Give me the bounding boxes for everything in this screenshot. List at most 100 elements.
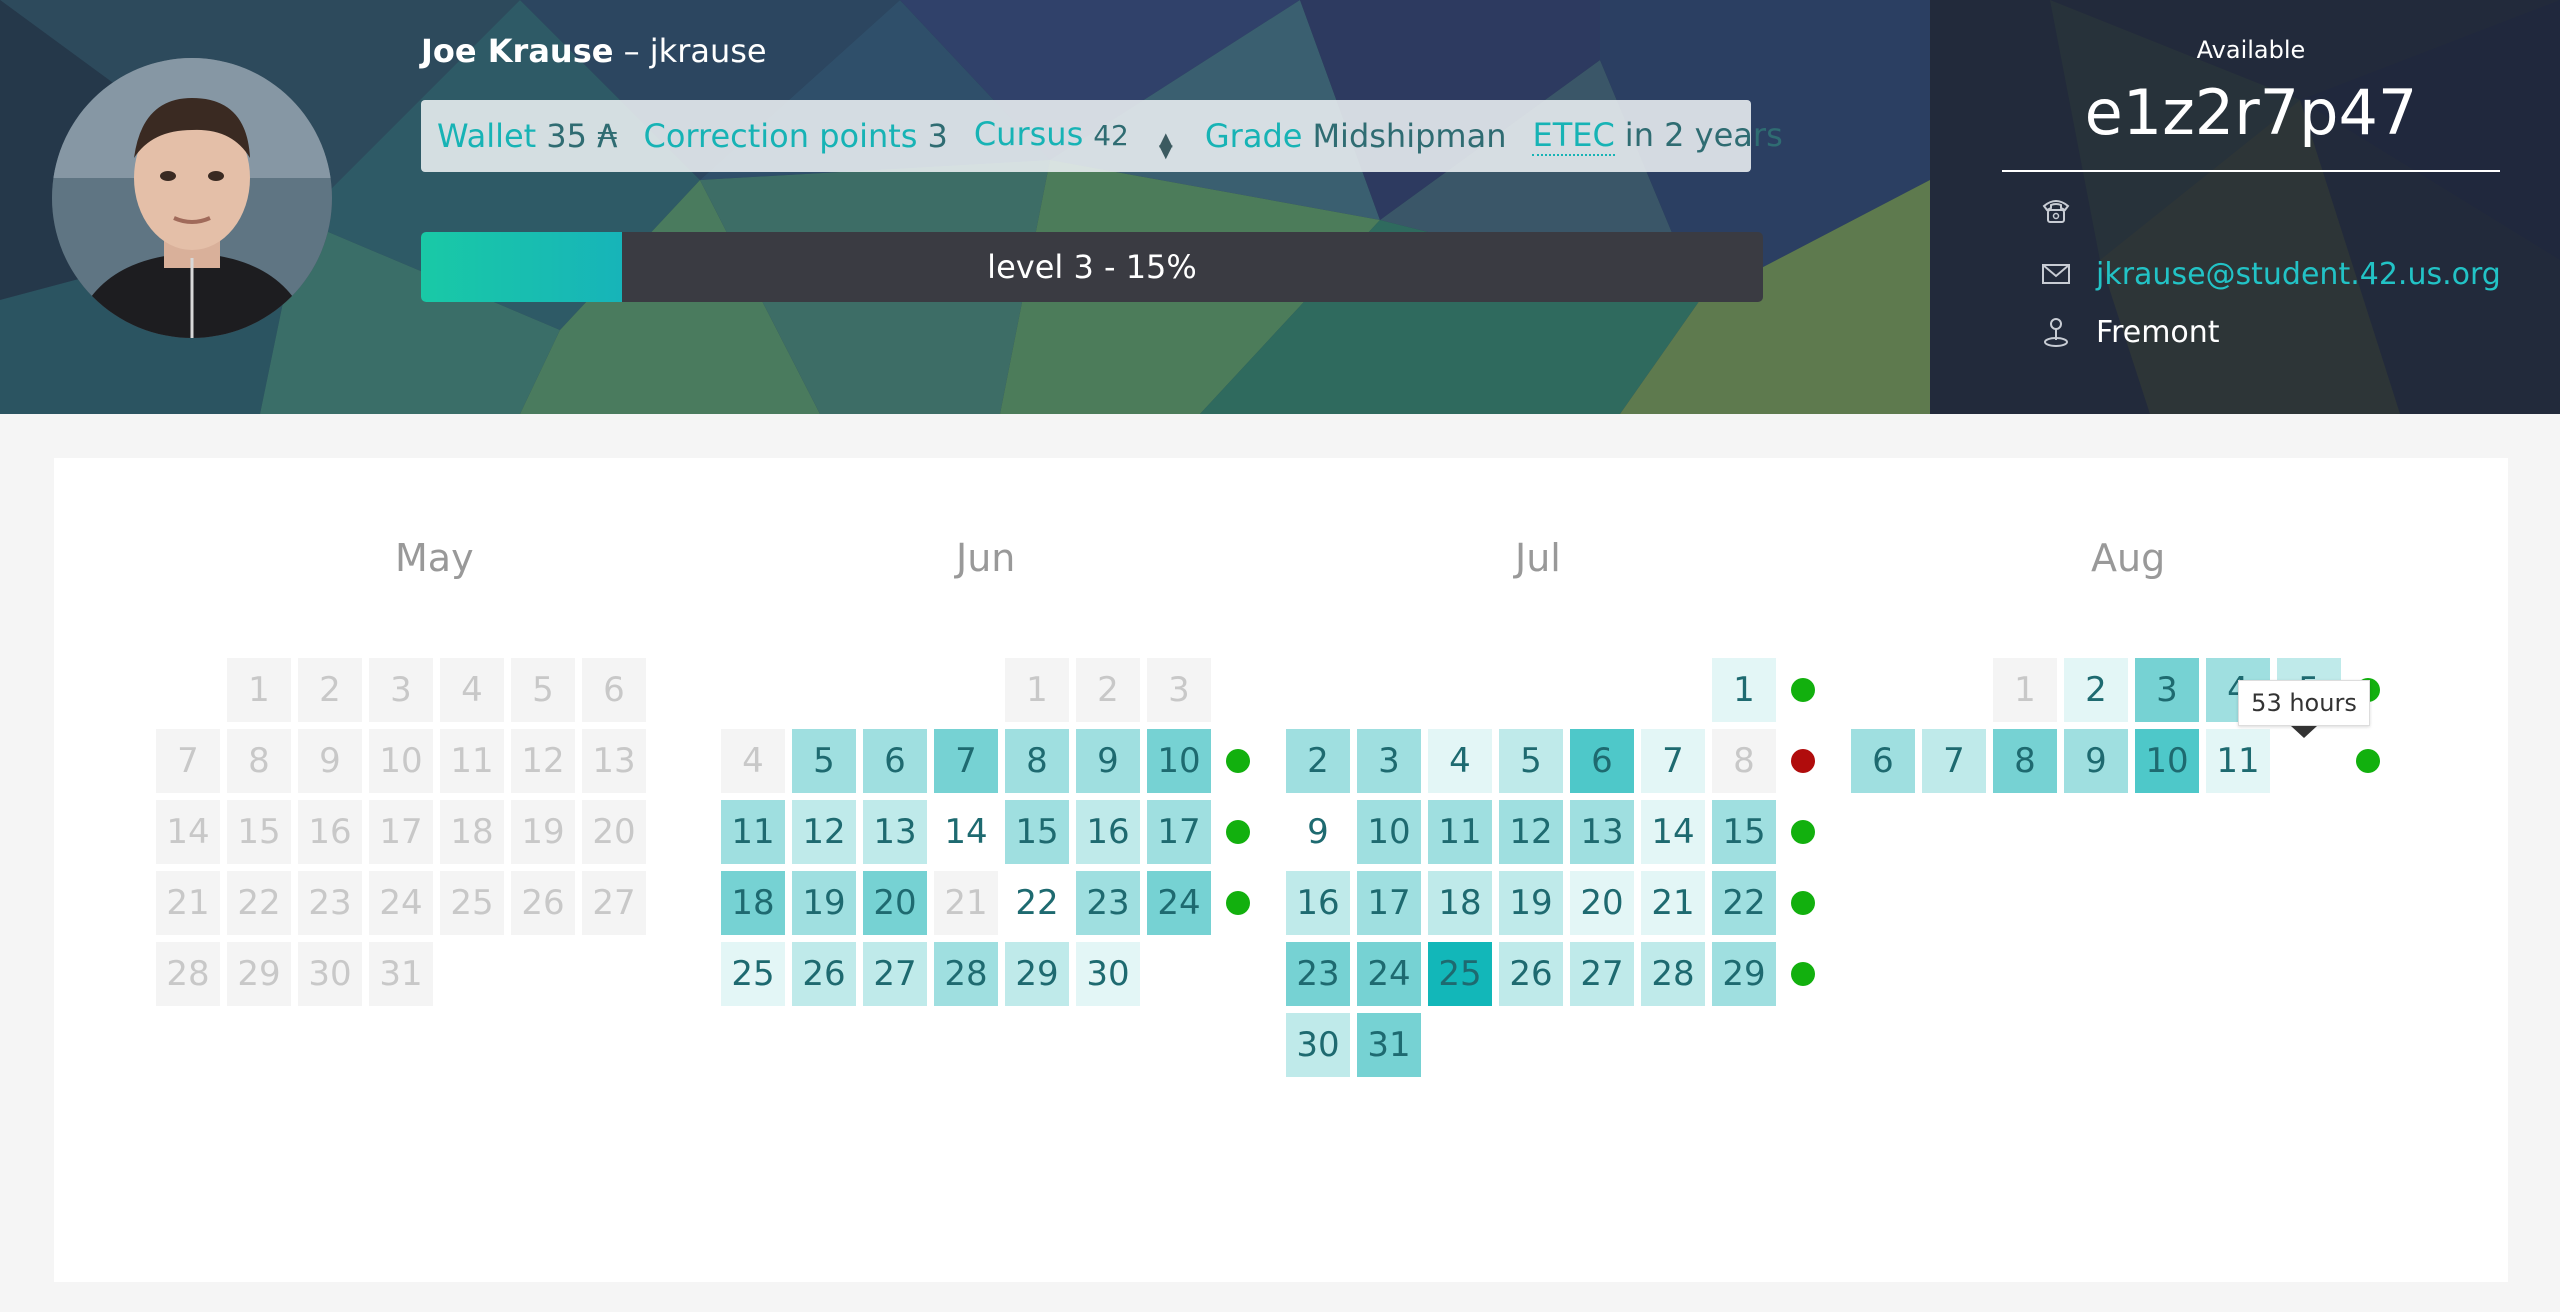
calendar-day[interactable]: 18 [721, 871, 785, 935]
calendar-day[interactable]: 4 [721, 729, 785, 793]
calendar-day[interactable]: 23 [1286, 942, 1350, 1006]
calendar-day[interactable]: 14 [156, 800, 220, 864]
email-link[interactable]: jkrause@student.42.us.org [2096, 257, 2501, 292]
week-ok-indicator[interactable] [1226, 820, 1250, 844]
calendar-day[interactable]: 26 [511, 871, 575, 935]
calendar-day[interactable]: 7 [934, 729, 998, 793]
calendar-day[interactable]: 26 [792, 942, 856, 1006]
calendar-day[interactable]: 15 [1005, 800, 1069, 864]
calendar-day[interactable]: 12 [792, 800, 856, 864]
calendar-day[interactable]: 23 [1076, 871, 1140, 935]
calendar-day[interactable]: 29 [1712, 942, 1776, 1006]
calendar-day[interactable]: 11 [440, 729, 504, 793]
week-ok-indicator[interactable] [1226, 749, 1250, 773]
calendar-day[interactable]: 24 [369, 871, 433, 935]
etec-link[interactable]: ETEC [1532, 116, 1615, 156]
calendar-day[interactable]: 5 [511, 658, 575, 722]
week-ok-indicator[interactable] [1226, 891, 1250, 915]
calendar-day[interactable]: 8 [1005, 729, 1069, 793]
calendar-day[interactable]: 2 [1076, 658, 1140, 722]
calendar-day[interactable]: 20 [863, 871, 927, 935]
calendar-day[interactable]: 17 [369, 800, 433, 864]
calendar-day[interactable]: 6 [1570, 729, 1634, 793]
calendar-day[interactable]: 27 [863, 942, 927, 1006]
calendar-day[interactable]: 31 [1357, 1013, 1421, 1077]
week-warning-indicator[interactable] [1791, 749, 1815, 773]
calendar-day[interactable]: 16 [298, 800, 362, 864]
calendar-day[interactable]: 13 [1570, 800, 1634, 864]
calendar-day[interactable]: 3 [1357, 729, 1421, 793]
calendar-day[interactable]: 24 [1147, 871, 1211, 935]
calendar-day[interactable]: 20 [1570, 871, 1634, 935]
calendar-day[interactable]: 22 [1712, 871, 1776, 935]
calendar-day[interactable]: 16 [1286, 871, 1350, 935]
calendar-day[interactable]: 14 [934, 800, 998, 864]
week-ok-indicator[interactable] [1791, 678, 1815, 702]
calendar-day[interactable]: 8 [227, 729, 291, 793]
calendar-day[interactable]: 2 [1286, 729, 1350, 793]
calendar-day[interactable]: 21 [934, 871, 998, 935]
calendar-day[interactable]: 31 [369, 942, 433, 1006]
calendar-day[interactable]: 6 [582, 658, 646, 722]
calendar-day[interactable]: 11 [721, 800, 785, 864]
calendar-day[interactable]: 8 [1712, 729, 1776, 793]
week-ok-indicator[interactable] [1791, 891, 1815, 915]
calendar-day[interactable]: 10 [1147, 729, 1211, 793]
calendar-day[interactable]: 3 [1147, 658, 1211, 722]
chevron-up-down-icon[interactable]: ▲ ▼ [1159, 130, 1179, 160]
calendar-day[interactable]: 21 [156, 871, 220, 935]
calendar-day[interactable]: 10 [2135, 729, 2199, 793]
avatar[interactable] [52, 58, 332, 338]
calendar-day[interactable]: 9 [2064, 729, 2128, 793]
week-ok-indicator[interactable] [2356, 749, 2380, 773]
calendar-day[interactable]: 10 [1357, 800, 1421, 864]
week-ok-indicator[interactable] [1791, 962, 1815, 986]
calendar-day[interactable]: 9 [1286, 800, 1350, 864]
calendar-day[interactable]: 25 [721, 942, 785, 1006]
calendar-day[interactable]: 19 [511, 800, 575, 864]
calendar-day[interactable]: 24 [1357, 942, 1421, 1006]
calendar-day[interactable]: 18 [440, 800, 504, 864]
calendar-day[interactable]: 30 [1286, 1013, 1350, 1077]
calendar-day[interactable]: 1 [1712, 658, 1776, 722]
calendar-day[interactable]: 21 [1641, 871, 1705, 935]
calendar-day[interactable]: 7 [156, 729, 220, 793]
calendar-day[interactable]: 17 [1147, 800, 1211, 864]
calendar-day[interactable]: 4 [440, 658, 504, 722]
calendar-day[interactable]: 30 [1076, 942, 1140, 1006]
calendar-day[interactable]: 26 [1499, 942, 1563, 1006]
calendar-day[interactable]: 17 [1357, 871, 1421, 935]
calendar-day[interactable]: 27 [582, 871, 646, 935]
calendar-day[interactable]: 6 [863, 729, 927, 793]
calendar-day[interactable]: 2 [2064, 658, 2128, 722]
calendar-day[interactable]: 13 [863, 800, 927, 864]
calendar-day[interactable]: 22 [227, 871, 291, 935]
calendar-day[interactable]: 28 [934, 942, 998, 1006]
calendar-day[interactable]: 5 [792, 729, 856, 793]
calendar-day[interactable]: 14 [1641, 800, 1705, 864]
calendar-day[interactable]: 13 [582, 729, 646, 793]
calendar-day[interactable]: 16 [1076, 800, 1140, 864]
calendar-day[interactable]: 25 [440, 871, 504, 935]
calendar-day[interactable]: 9 [1076, 729, 1140, 793]
calendar-day[interactable]: 27 [1570, 942, 1634, 1006]
calendar-day[interactable]: 28 [156, 942, 220, 1006]
calendar-day[interactable]: 29 [1005, 942, 1069, 1006]
calendar-day[interactable]: 6 [1851, 729, 1915, 793]
calendar-day[interactable]: 28 [1641, 942, 1705, 1006]
calendar-day[interactable]: 18 [1428, 871, 1492, 935]
calendar-day[interactable]: 11 [2206, 729, 2270, 793]
calendar-day[interactable]: 19 [1499, 871, 1563, 935]
calendar-day[interactable]: 8 [1993, 729, 2057, 793]
calendar-day[interactable]: 3 [2135, 658, 2199, 722]
calendar-day[interactable]: 1 [1993, 658, 2057, 722]
calendar-day[interactable]: 2 [298, 658, 362, 722]
calendar-day[interactable]: 29 [227, 942, 291, 1006]
calendar-day[interactable]: 30 [298, 942, 362, 1006]
calendar-day[interactable]: 5 [1499, 729, 1563, 793]
calendar-day[interactable]: 11 [1428, 800, 1492, 864]
calendar-day[interactable]: 10 [369, 729, 433, 793]
calendar-day[interactable]: 12 [1499, 800, 1563, 864]
cursus-stat[interactable]: Cursus 42 ▲ ▼ [974, 115, 1179, 161]
calendar-day[interactable]: 15 [1712, 800, 1776, 864]
